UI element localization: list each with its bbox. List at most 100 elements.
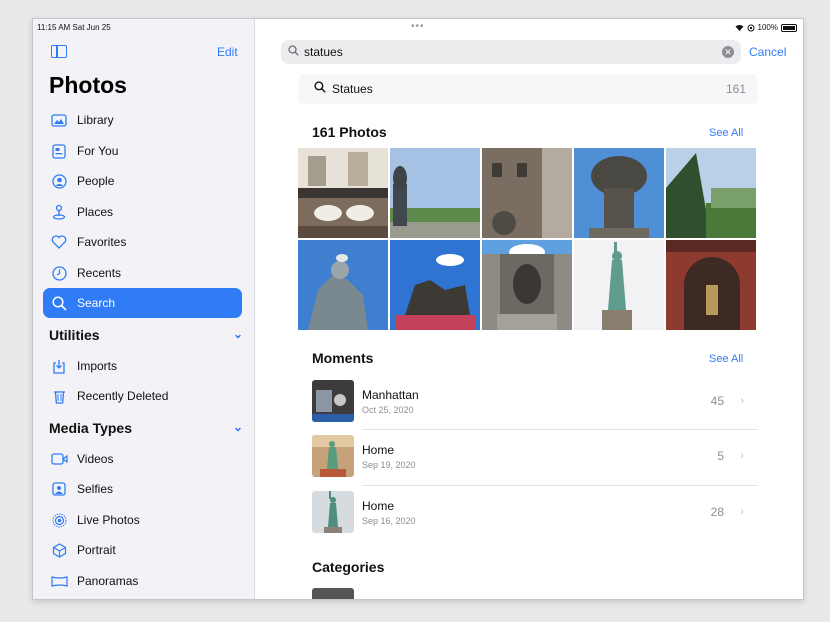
- sidebar-title: Photos: [49, 72, 127, 98]
- photo-thumbnail[interactable]: [574, 240, 664, 330]
- status-indicators: 100%: [735, 23, 797, 32]
- sidebar-item-library[interactable]: Library: [43, 105, 242, 135]
- moment-count: 28: [710, 505, 724, 519]
- sidebar-item-label: For You: [77, 144, 119, 158]
- portrait-icon: [50, 541, 68, 559]
- for-you-icon: [50, 142, 68, 160]
- clear-search-icon[interactable]: ✕: [722, 46, 734, 58]
- sidebar-item-label: Panoramas: [77, 574, 139, 588]
- moment-row[interactable]: Home Sep 19, 2020 5 ›: [298, 429, 758, 483]
- status-time: 11:15 AM Sat Jun 25: [37, 23, 111, 32]
- photo-thumbnail[interactable]: [666, 240, 756, 330]
- moment-title: Manhattan: [362, 387, 419, 402]
- moment-date: Sep 19, 2020: [362, 459, 416, 470]
- sidebar-item-live-photos[interactable]: Live Photos: [43, 505, 242, 535]
- utilities-section-header[interactable]: Utilities ⌄: [49, 327, 243, 343]
- category-thumbnail[interactable]: [312, 588, 354, 599]
- moment-date: Sep 16, 2020: [362, 515, 416, 526]
- sidebar-item-videos[interactable]: Videos: [43, 444, 242, 474]
- sidebar-item-label: Search: [77, 296, 116, 310]
- search-field[interactable]: statues ✕: [281, 40, 741, 64]
- search-input[interactable]: statues: [304, 45, 343, 59]
- chevron-right-icon: ›: [740, 450, 744, 462]
- sidebar-item-label: Favorites: [77, 235, 127, 249]
- chevron-down-icon[interactable]: ⌄: [233, 327, 243, 341]
- search-icon: [50, 294, 68, 312]
- moment-thumbnail: [312, 435, 354, 477]
- edit-button[interactable]: Edit: [217, 45, 238, 59]
- sidebar-item-panoramas[interactable]: Panoramas: [43, 566, 242, 596]
- sidebar-item-label: Recents: [77, 266, 122, 280]
- moment-thumbnail: [312, 380, 354, 422]
- sidebar-item-places[interactable]: Places: [43, 197, 242, 227]
- section-title: Media Types: [49, 420, 132, 436]
- moment-row[interactable]: Manhattan Oct 25, 2020 45 ›: [298, 374, 758, 428]
- moment-title: Home: [362, 442, 395, 457]
- photo-thumbnail[interactable]: [666, 148, 756, 238]
- sidebar-item-label: Recently Deleted: [77, 389, 169, 403]
- sidebar-item-label: Live Photos: [77, 513, 140, 527]
- categories-section-title: Categories: [312, 559, 385, 575]
- sidebar-item-recents[interactable]: Recents: [43, 258, 242, 288]
- media-types-section-header[interactable]: Media Types ⌄: [49, 420, 243, 436]
- moment-thumbnail: [312, 491, 354, 533]
- photos-section-title: 161 Photos: [312, 124, 387, 140]
- sidebar-item-portrait[interactable]: Portrait: [43, 535, 242, 565]
- sidebar-item-label: Library: [77, 113, 114, 127]
- sidebar-item-label: Portrait: [77, 543, 116, 557]
- moment-date: Oct 25, 2020: [362, 404, 414, 415]
- chevron-right-icon: ›: [740, 395, 744, 407]
- search-results-pane: statues ✕ Cancel Statues 161 161 Photos …: [255, 19, 803, 599]
- import-icon: [50, 357, 68, 375]
- status-bar: 11:15 AM Sat Jun 25 ••• 100%: [33, 19, 803, 37]
- photo-grid: [298, 148, 758, 331]
- suggestion-label: Statues: [332, 82, 373, 96]
- moment-count: 45: [710, 394, 724, 408]
- sidebar-item-selfies[interactable]: Selfies: [43, 474, 242, 504]
- photo-thumbnail[interactable]: [482, 240, 572, 330]
- battery-percent: 100%: [757, 23, 778, 32]
- sidebar-item-search[interactable]: Search: [43, 288, 242, 318]
- ipad-screen: 11:15 AM Sat Jun 25 ••• 100% Edit Photos…: [32, 18, 804, 600]
- sidebar-toggle-icon[interactable]: [51, 45, 67, 58]
- sidebar-item-label: Imports: [77, 359, 118, 373]
- photo-thumbnail[interactable]: [482, 148, 572, 238]
- photo-thumbnail[interactable]: [390, 240, 480, 330]
- sidebar-item-for-you[interactable]: For You: [43, 136, 242, 166]
- photo-thumbnail[interactable]: [298, 240, 388, 330]
- multitasking-dots-icon[interactable]: •••: [411, 21, 425, 32]
- sidebar-item-imports[interactable]: Imports: [43, 351, 242, 381]
- places-icon: [50, 203, 68, 221]
- photo-thumbnail[interactable]: [574, 148, 664, 238]
- moment-row[interactable]: Home Sep 16, 2020 28 ›: [298, 485, 758, 539]
- panorama-icon: [50, 572, 68, 590]
- moment-count: 5: [717, 449, 724, 463]
- sidebar-item-label: Selfies: [77, 482, 114, 496]
- sidebar-item-label: Videos: [77, 452, 114, 466]
- section-title: Utilities: [49, 327, 100, 343]
- video-icon: [50, 450, 68, 468]
- photos-see-all-link[interactable]: See All: [709, 127, 743, 139]
- people-icon: [50, 172, 68, 190]
- sidebar-item-favorites[interactable]: Favorites: [43, 227, 242, 257]
- photo-thumbnail[interactable]: [390, 148, 480, 238]
- photo-thumbnail[interactable]: [298, 148, 388, 238]
- sidebar-item-label: People: [77, 174, 115, 188]
- sidebar: Edit Photos Library For You People Place…: [33, 19, 255, 599]
- sidebar-item-label: Places: [77, 205, 114, 219]
- suggestion-count: 161: [725, 82, 746, 96]
- sidebar-item-recently-deleted[interactable]: Recently Deleted: [43, 381, 242, 411]
- orientation-lock-icon: [747, 24, 755, 31]
- trash-icon: [50, 387, 68, 405]
- wifi-icon: [735, 24, 744, 31]
- chevron-down-icon[interactable]: ⌄: [233, 420, 243, 434]
- clock-icon: [50, 264, 68, 282]
- sidebar-item-people[interactable]: People: [43, 166, 242, 196]
- moments-section-title: Moments: [312, 350, 374, 366]
- cancel-button[interactable]: Cancel: [749, 45, 786, 59]
- selfie-icon: [50, 480, 68, 498]
- live-photo-icon: [50, 511, 68, 529]
- search-suggestion-row[interactable]: Statues 161: [298, 74, 758, 104]
- battery-icon: [781, 23, 797, 32]
- moments-see-all-link[interactable]: See All: [709, 353, 743, 365]
